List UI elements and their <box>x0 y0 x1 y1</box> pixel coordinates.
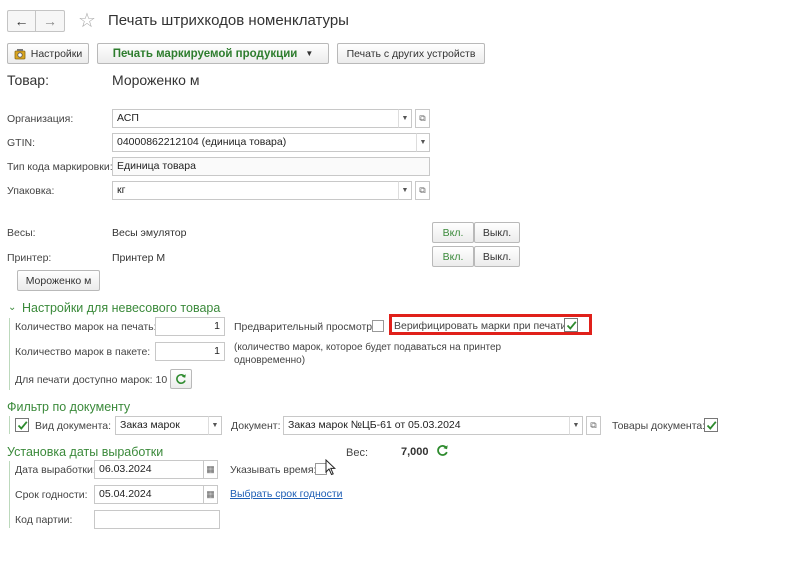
gtin-label: GTIN: <box>7 137 35 149</box>
code-type-label: Тип кода маркировки: <box>7 161 113 173</box>
show-time-label: Указывать время: <box>230 464 317 476</box>
marks-to-print-label: Количество марок на печать: <box>15 321 157 333</box>
organization-dropdown-icon[interactable]: ▼ <box>398 109 412 128</box>
doc-type-label: Вид документа: <box>35 420 112 432</box>
expiry-calendar-icon[interactable]: ▦ <box>203 485 218 504</box>
scales-off-button[interactable]: Выкл. <box>474 222 520 243</box>
document-open-icon[interactable]: ⧉ <box>586 416 601 435</box>
packaging-input[interactable]: кг <box>112 181 399 200</box>
print-other-devices-label: Печать с других устройств <box>346 47 476 60</box>
doc-type-checkbox[interactable] <box>15 418 29 432</box>
batch-code-label: Код партии: <box>15 514 73 526</box>
forward-button[interactable]: → <box>36 11 64 31</box>
back-button[interactable]: ← <box>8 11 36 31</box>
production-section-title: Установка даты выработки <box>7 445 164 459</box>
refresh-weight-icon[interactable] <box>436 444 449 460</box>
doc-type-dropdown-icon[interactable]: ▼ <box>208 416 222 435</box>
packaging-open-icon[interactable]: ⧉ <box>415 181 430 200</box>
print-marked-products-button[interactable]: Печать маркируемой продукции ▼ <box>97 43 329 64</box>
doc-goods-checkbox[interactable] <box>704 418 718 432</box>
production-date-label: Дата выработки: <box>15 464 96 476</box>
gtin-dropdown-icon[interactable]: ▼ <box>416 133 430 152</box>
printer-label: Принтер: <box>7 252 52 264</box>
batch-code-input[interactable] <box>94 510 220 529</box>
production-section-bar <box>9 461 10 528</box>
nonweight-section-bar <box>9 318 10 390</box>
chevron-down-icon: ▼ <box>305 49 314 58</box>
nonweight-collapse-icon[interactable]: ⌄ <box>8 302 16 313</box>
printer-value: Принтер М <box>112 252 166 264</box>
gtin-input[interactable]: 04000862212104 (единица товара) <box>112 133 417 152</box>
preview-checkbox[interactable] <box>372 320 384 332</box>
settings-gear-icon <box>14 48 26 60</box>
doc-filter-section-bar <box>9 416 10 434</box>
nonweight-section-title[interactable]: Настройки для невесового товара <box>22 301 220 315</box>
favorite-star-icon[interactable]: ☆ <box>78 8 96 33</box>
product-value: Мороженко м <box>112 72 200 88</box>
weight-label: Вес: <box>346 447 369 459</box>
marks-to-print-input[interactable]: 1 <box>155 317 225 336</box>
preview-label: Предварительный просмотр: <box>234 321 376 333</box>
doc-type-input[interactable]: Заказ марок <box>115 416 209 435</box>
production-date-input[interactable]: 06.03.2024 <box>94 460 204 479</box>
packaging-dropdown-icon[interactable]: ▼ <box>398 181 412 200</box>
checkmark-icon <box>17 420 27 430</box>
doc-goods-label: Товары документа: <box>612 420 706 432</box>
refresh-available-button[interactable] <box>170 369 192 389</box>
settings-button-label: Настройки <box>30 47 83 60</box>
scales-value: Весы эмулятор <box>112 227 187 239</box>
choose-expiry-link[interactable]: Выбрать срок годности <box>230 488 343 500</box>
document-input[interactable]: Заказ марок №ЦБ-61 от 05.03.2024 <box>283 416 570 435</box>
product-label: Товар: <box>7 72 49 88</box>
nav-buttons-group: ← → <box>7 10 65 32</box>
organization-label: Организация: <box>7 113 74 125</box>
mouse-cursor-icon <box>325 458 337 479</box>
product-name-button[interactable]: Мороженко м <box>17 270 100 291</box>
packaging-label: Упаковка: <box>7 185 55 197</box>
marks-in-pack-input[interactable]: 1 <box>155 342 225 361</box>
settings-button[interactable]: Настройки <box>7 43 89 64</box>
organization-open-icon[interactable]: ⧉ <box>415 109 430 128</box>
available-marks-text: Для печати доступно марок: 10 <box>15 374 168 386</box>
verify-marks-label: Верифицировать марки при печати: <box>394 320 570 332</box>
checkmark-icon <box>706 420 716 430</box>
weight-value: 7,000 <box>401 446 429 458</box>
verify-marks-checkbox[interactable] <box>564 318 578 332</box>
production-date-calendar-icon[interactable]: ▦ <box>203 460 218 479</box>
marks-in-pack-note: (количество марок, которое будет подават… <box>234 342 502 366</box>
document-dropdown-icon[interactable]: ▼ <box>569 416 583 435</box>
scales-label: Весы: <box>7 227 36 239</box>
checkmark-icon <box>566 320 576 330</box>
printer-on-button[interactable]: Вкл. <box>432 246 474 267</box>
marks-in-pack-label: Количество марок в пакете: <box>15 346 151 358</box>
print-marked-products-label: Печать маркируемой продукции <box>112 47 298 60</box>
scales-on-button[interactable]: Вкл. <box>432 222 474 243</box>
document-label: Документ: <box>231 420 281 432</box>
organization-input[interactable]: АСП <box>112 109 399 128</box>
print-other-devices-button[interactable]: Печать с других устройств <box>337 43 485 64</box>
refresh-icon <box>176 373 186 384</box>
expiry-input[interactable]: 05.04.2024 <box>94 485 204 504</box>
printer-off-button[interactable]: Выкл. <box>474 246 520 267</box>
window-title: Печать штрихкодов номенклатуры <box>108 12 349 29</box>
expiry-label: Срок годности: <box>15 489 88 501</box>
doc-filter-section-title: Фильтр по документу <box>7 400 131 414</box>
code-type-input: Единица товара <box>112 157 430 176</box>
